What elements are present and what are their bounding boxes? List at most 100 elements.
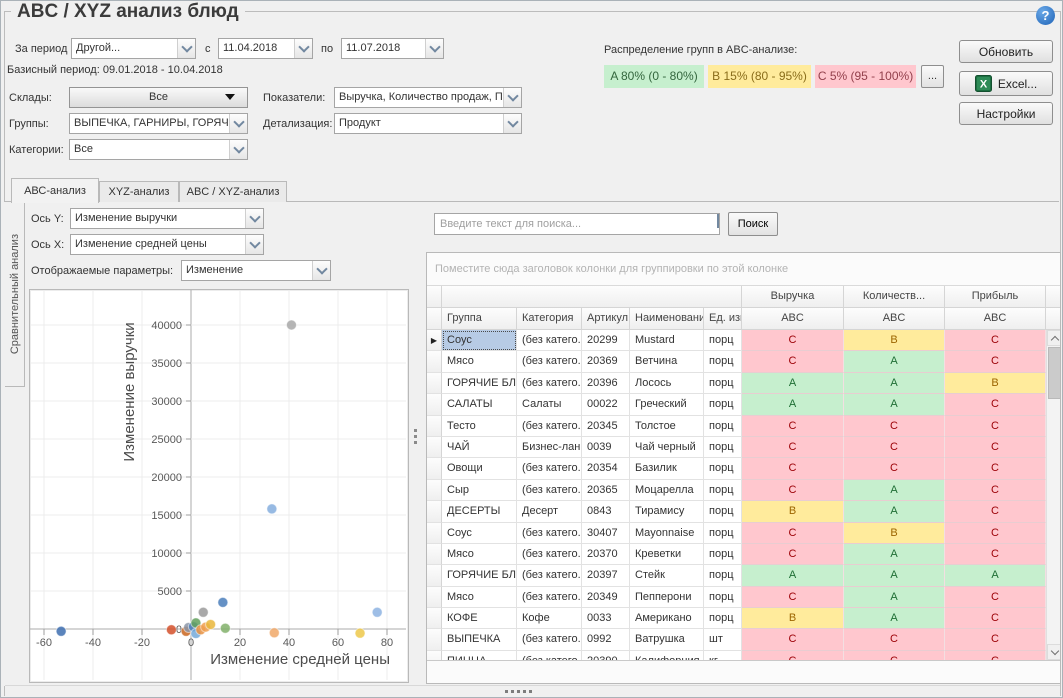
cell-abc[interactable]: C bbox=[742, 523, 844, 544]
cell-sku[interactable]: 20397 bbox=[582, 565, 630, 586]
cell-sku[interactable]: 20345 bbox=[582, 416, 630, 437]
categories-select[interactable]: Все bbox=[69, 139, 248, 160]
cell-abc[interactable]: C bbox=[742, 480, 844, 501]
search-input[interactable]: Введите текст для поиска... bbox=[434, 213, 720, 235]
period-select[interactable]: Другой... bbox=[71, 38, 196, 59]
cell-abc[interactable]: C bbox=[742, 351, 844, 372]
cell-category[interactable]: (без катего... bbox=[517, 351, 582, 372]
cell-name[interactable]: Креветки bbox=[630, 544, 704, 565]
cell-sku[interactable]: 20370 bbox=[582, 544, 630, 565]
cell-name[interactable]: Стейк bbox=[630, 565, 704, 586]
cell-group[interactable]: Сыр bbox=[442, 480, 517, 501]
cell-name[interactable]: Базилик bbox=[630, 458, 704, 479]
cell-abc[interactable]: C bbox=[945, 587, 1046, 608]
cell-abc[interactable]: C bbox=[945, 458, 1046, 479]
cell-abc[interactable]: C bbox=[945, 394, 1046, 415]
indicators-select[interactable]: Выручка, Количество продаж, П... bbox=[334, 87, 522, 108]
cell-unit[interactable]: порц bbox=[704, 544, 742, 565]
cell-unit[interactable]: кг bbox=[704, 651, 742, 660]
cell-abc[interactable]: A bbox=[844, 394, 945, 415]
settings-button[interactable]: Настройки bbox=[959, 102, 1053, 125]
scroll-up-icon[interactable] bbox=[1047, 330, 1061, 346]
cell-sku[interactable]: 0992 bbox=[582, 629, 630, 650]
cell-group[interactable]: Мясо bbox=[442, 351, 517, 372]
cell-abc[interactable]: A bbox=[844, 587, 945, 608]
cell-category[interactable]: (без катего... bbox=[517, 458, 582, 479]
cell-unit[interactable]: шт bbox=[704, 629, 742, 650]
cell-abc[interactable]: C bbox=[742, 458, 844, 479]
cell-name[interactable]: Чай черный bbox=[630, 437, 704, 458]
cell-abc[interactable]: A bbox=[844, 351, 945, 372]
cell-sku[interactable]: 20396 bbox=[582, 373, 630, 394]
cell-abc[interactable]: C bbox=[945, 608, 1046, 629]
cell-abc[interactable]: A bbox=[742, 565, 844, 586]
cell-abc[interactable]: A bbox=[742, 394, 844, 415]
table-row[interactable]: Мясо(без катего...20370КреветкипорцCAC bbox=[427, 544, 1046, 565]
cell-abc[interactable]: C bbox=[945, 330, 1046, 351]
cell-abc[interactable]: A bbox=[844, 373, 945, 394]
cell-abc[interactable]: C bbox=[945, 651, 1046, 660]
cell-name[interactable]: Американо bbox=[630, 608, 704, 629]
cell-category[interactable]: (без катего... bbox=[517, 373, 582, 394]
cell-name[interactable]: Ватрушка bbox=[630, 629, 704, 650]
cell-name[interactable]: Пепперони bbox=[630, 587, 704, 608]
cell-name[interactable]: Греческий bbox=[630, 394, 704, 415]
cell-sku[interactable]: 0843 bbox=[582, 501, 630, 522]
cell-abc[interactable]: A bbox=[844, 480, 945, 501]
column-header-abc-profit[interactable]: ABC bbox=[945, 308, 1046, 330]
cell-group[interactable]: ДЕСЕРТЫ bbox=[442, 501, 517, 522]
cell-abc[interactable]: C bbox=[945, 629, 1046, 650]
cell-name[interactable]: Толстое bbox=[630, 416, 704, 437]
cell-category[interactable]: Салаты bbox=[517, 394, 582, 415]
cell-category[interactable]: (без катего... bbox=[517, 651, 582, 660]
cell-category[interactable]: Десерт bbox=[517, 501, 582, 522]
scroll-down-icon[interactable] bbox=[1047, 644, 1061, 660]
cell-sku[interactable]: 20369 bbox=[582, 351, 630, 372]
date-to-field[interactable]: 11.07.2018 bbox=[341, 38, 444, 59]
cell-unit[interactable]: порц bbox=[704, 351, 742, 372]
side-tab-comparative-analysis[interactable]: Сравнительный анализ bbox=[5, 202, 25, 387]
table-row[interactable]: Сыр(без катего...20365МоцареллапорцCAC bbox=[427, 480, 1046, 501]
cell-category[interactable]: (без катего... bbox=[517, 587, 582, 608]
search-button[interactable]: Поиск bbox=[728, 212, 778, 236]
cell-group[interactable]: ВЫПЕЧКА bbox=[442, 629, 517, 650]
cell-abc[interactable]: C bbox=[844, 458, 945, 479]
column-header-abc-revenue[interactable]: ABC bbox=[742, 308, 844, 330]
cell-abc[interactable]: A bbox=[945, 565, 1046, 586]
cell-group[interactable]: ПИЦЦА bbox=[442, 651, 517, 660]
cell-sku[interactable]: 0033 bbox=[582, 608, 630, 629]
vertical-scrollbar[interactable] bbox=[1046, 330, 1061, 660]
table-row[interactable]: ПИЦЦА(без катего...20390КалифорниякгCCC bbox=[427, 651, 1046, 660]
cell-abc[interactable]: C bbox=[945, 544, 1046, 565]
table-row[interactable]: ГОРЯЧИЕ БЛ...(без катего...20396Лососьпо… bbox=[427, 373, 1046, 394]
detail-select[interactable]: Продукт bbox=[334, 113, 522, 134]
cell-abc[interactable]: C bbox=[742, 416, 844, 437]
column-header-category[interactable]: Категория bbox=[517, 308, 582, 330]
date-from-field[interactable]: 11.04.2018 bbox=[218, 38, 313, 59]
cell-name[interactable]: Тирамису bbox=[630, 501, 704, 522]
table-row[interactable]: Овощи(без катего...20354БазиликпорцCCC bbox=[427, 458, 1046, 479]
distribution-more-button[interactable]: ... bbox=[921, 65, 944, 88]
column-header-abc-quantity[interactable]: ABC bbox=[844, 308, 945, 330]
table-row[interactable]: ВЫПЕЧКА(без катего...0992ВатрушкаштCCC bbox=[427, 629, 1046, 650]
column-header-name[interactable]: Наименование bbox=[630, 308, 704, 330]
column-group-profit[interactable]: Прибыль bbox=[945, 286, 1046, 308]
cell-unit[interactable]: порц bbox=[704, 437, 742, 458]
cell-group[interactable]: Овощи bbox=[442, 458, 517, 479]
cell-abc[interactable]: C bbox=[742, 544, 844, 565]
cell-abc[interactable]: A bbox=[844, 501, 945, 522]
cell-unit[interactable]: порц bbox=[704, 523, 742, 544]
column-header-group[interactable]: Группа bbox=[442, 308, 517, 330]
cell-name[interactable]: Калифорния bbox=[630, 651, 704, 660]
cell-category[interactable]: (без катего... bbox=[517, 330, 582, 351]
cell-abc[interactable]: B bbox=[844, 330, 945, 351]
cell-name[interactable]: Mayonnaise bbox=[630, 523, 704, 544]
cell-unit[interactable]: порц bbox=[704, 565, 742, 586]
cell-sku[interactable]: 20299 bbox=[582, 330, 630, 351]
excel-button[interactable]: X Excel... bbox=[959, 71, 1053, 96]
cell-abc[interactable]: C bbox=[844, 651, 945, 660]
cell-abc[interactable]: C bbox=[742, 437, 844, 458]
cell-sku[interactable]: 00022 bbox=[582, 394, 630, 415]
cell-unit[interactable]: порц bbox=[704, 373, 742, 394]
cell-abc[interactable]: C bbox=[945, 480, 1046, 501]
